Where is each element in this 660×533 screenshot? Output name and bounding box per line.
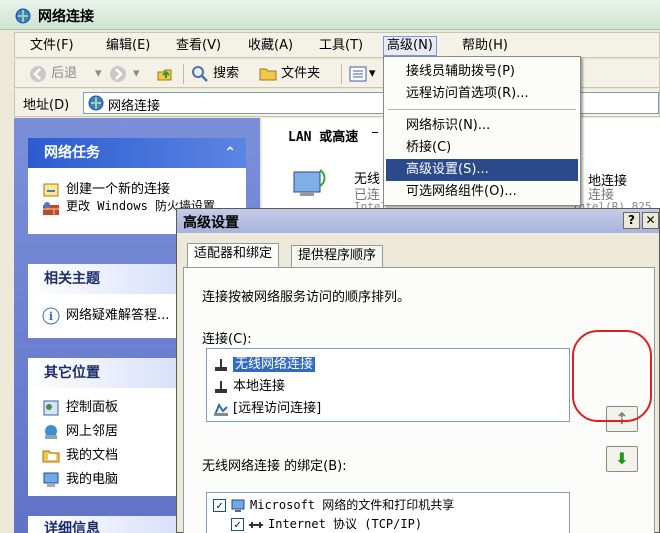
back-dropdown-icon[interactable]: ▾: [95, 64, 102, 84]
task-create-connection[interactable]: 创建一个新的连接: [42, 178, 170, 199]
svg-text:i: i: [49, 310, 53, 323]
tab-provider-order[interactable]: 提供程序顺序: [291, 245, 384, 267]
place-my-computer[interactable]: 我的电脑: [42, 468, 118, 489]
menu-advanced[interactable]: 高级(N): [383, 36, 437, 56]
menu-item-operator-dialing[interactable]: 接线员辅助拨号(P): [386, 61, 578, 83]
place-control-panel[interactable]: 控制面板: [42, 396, 118, 417]
group-divider: [372, 132, 378, 133]
up-folder-icon[interactable]: [155, 64, 175, 84]
place-network-neighborhood[interactable]: 网上邻居: [42, 420, 118, 441]
checkbox-checked[interactable]: ✓: [213, 499, 226, 512]
remote-access-icon: [213, 401, 229, 417]
group-title-lan: LAN 或高速: [288, 130, 359, 145]
related-network-troubleshooter[interactable]: i 网络疑难解答程...: [42, 304, 169, 325]
window-titlebar: 网络连接: [0, 0, 660, 30]
firewall-icon: [42, 200, 60, 218]
collapse-chevron-icon[interactable]: ⌃: [224, 138, 236, 168]
views-icon: [349, 66, 367, 81]
move-down-button[interactable]: ⬇: [606, 446, 638, 472]
bindings-label: 无线网络连接 的绑定(B):: [202, 459, 347, 474]
checkbox-checked[interactable]: ✓: [231, 518, 244, 531]
forward-arrow-icon: [110, 65, 126, 82]
network-connections-icon: [87, 94, 105, 116]
network-adapter-icon: [213, 357, 229, 373]
toolbar-separator: [183, 64, 184, 84]
connections-label: 连接(C):: [202, 332, 252, 347]
back-arrow-icon: [29, 65, 47, 83]
tab-adapters-bindings[interactable]: 适配器和绑定: [187, 243, 280, 267]
views-button[interactable]: ▾: [349, 64, 376, 84]
help-icon[interactable]: ?: [623, 212, 640, 229]
toolbar-separator: [341, 64, 342, 84]
connection-item-wireless[interactable]: 无线网络连接: [213, 353, 316, 373]
connections-list[interactable]: 无线网络连接 本地连接 [远程访问连接]: [206, 348, 570, 422]
network-computer-icon: [230, 498, 246, 514]
menu-item-advanced-settings[interactable]: 高级设置(S)...: [386, 159, 578, 181]
new-connection-icon: [42, 181, 60, 199]
search-button[interactable]: 搜索: [191, 64, 239, 84]
protocol-icon: [248, 517, 264, 533]
forward-dropdown-icon[interactable]: ▾: [133, 64, 140, 84]
network-adapter-icon: [213, 379, 229, 395]
address-value: 网络连接: [108, 99, 161, 114]
menu-item-bridge[interactable]: 桥接(C): [386, 137, 578, 159]
forward-button[interactable]: [109, 64, 127, 84]
connection-item-remote[interactable]: [远程访问连接]: [213, 397, 321, 417]
info-icon: i: [42, 307, 60, 325]
close-icon[interactable]: ✕: [642, 212, 659, 229]
my-computer-icon: [42, 471, 60, 489]
menu-help[interactable]: 帮助(H): [459, 36, 511, 56]
window-title: 网络连接: [38, 9, 94, 25]
control-panel-icon: [42, 399, 60, 417]
menu-item-optional-components[interactable]: 可选网络组件(O)...: [386, 181, 578, 203]
network-neighborhood-icon: [42, 423, 60, 441]
dialog-titlebar[interactable]: 高级设置 ? ✕: [177, 209, 659, 233]
search-icon: [192, 65, 208, 82]
address-label: 地址(D): [23, 98, 70, 113]
annotation-circle: [572, 330, 652, 422]
binding-tcp-ip[interactable]: ✓ Internet 协议 (TCP/IP): [231, 515, 422, 533]
menu-item-remote-access-prefs[interactable]: 远程访问首选项(R)...: [386, 83, 578, 105]
menu-edit[interactable]: 编辑(E): [103, 36, 153, 56]
menu-favorites[interactable]: 收藏(A): [245, 36, 296, 56]
menu-separator: [388, 109, 576, 110]
folder-icon: [259, 68, 277, 80]
down-arrow-icon: ⬇: [615, 449, 629, 468]
connection-item-local[interactable]: 本地连接: [213, 375, 285, 395]
network-tasks-header[interactable]: 网络任务 ⌃: [28, 138, 246, 168]
place-my-documents[interactable]: 我的文档: [42, 444, 118, 465]
menu-bar: 文件(F) 编辑(E) 查看(V) 收藏(A) 工具(T) 高级(N) 帮助(H…: [14, 32, 660, 58]
menu-file[interactable]: 文件(F): [27, 36, 77, 56]
wireless-connection-icon[interactable]: [288, 162, 332, 210]
folders-button[interactable]: 文件夹: [259, 64, 320, 84]
advanced-menu-dropdown: 接线员辅助拨号(P) 远程访问首选项(R)... 网络标识(N)... 桥接(C…: [383, 56, 581, 206]
bindings-list[interactable]: ✓ Microsoft 网络的文件和打印机共享 ✓ Internet 协议 (TCP…: [206, 492, 570, 533]
network-connections-icon: [14, 7, 32, 25]
menu-tools[interactable]: 工具(T): [316, 36, 366, 56]
dialog-description: 连接按被网络服务访问的顺序排列。: [202, 290, 411, 305]
menu-item-network-identification[interactable]: 网络标识(N)...: [386, 115, 578, 137]
menu-view[interactable]: 查看(V): [173, 36, 224, 56]
back-button[interactable]: 后退: [29, 64, 77, 84]
dialog-title: 高级设置: [183, 215, 239, 231]
my-documents-icon: [42, 447, 60, 465]
binding-file-printer-sharing[interactable]: ✓ Microsoft 网络的文件和打印机共享: [213, 496, 454, 514]
